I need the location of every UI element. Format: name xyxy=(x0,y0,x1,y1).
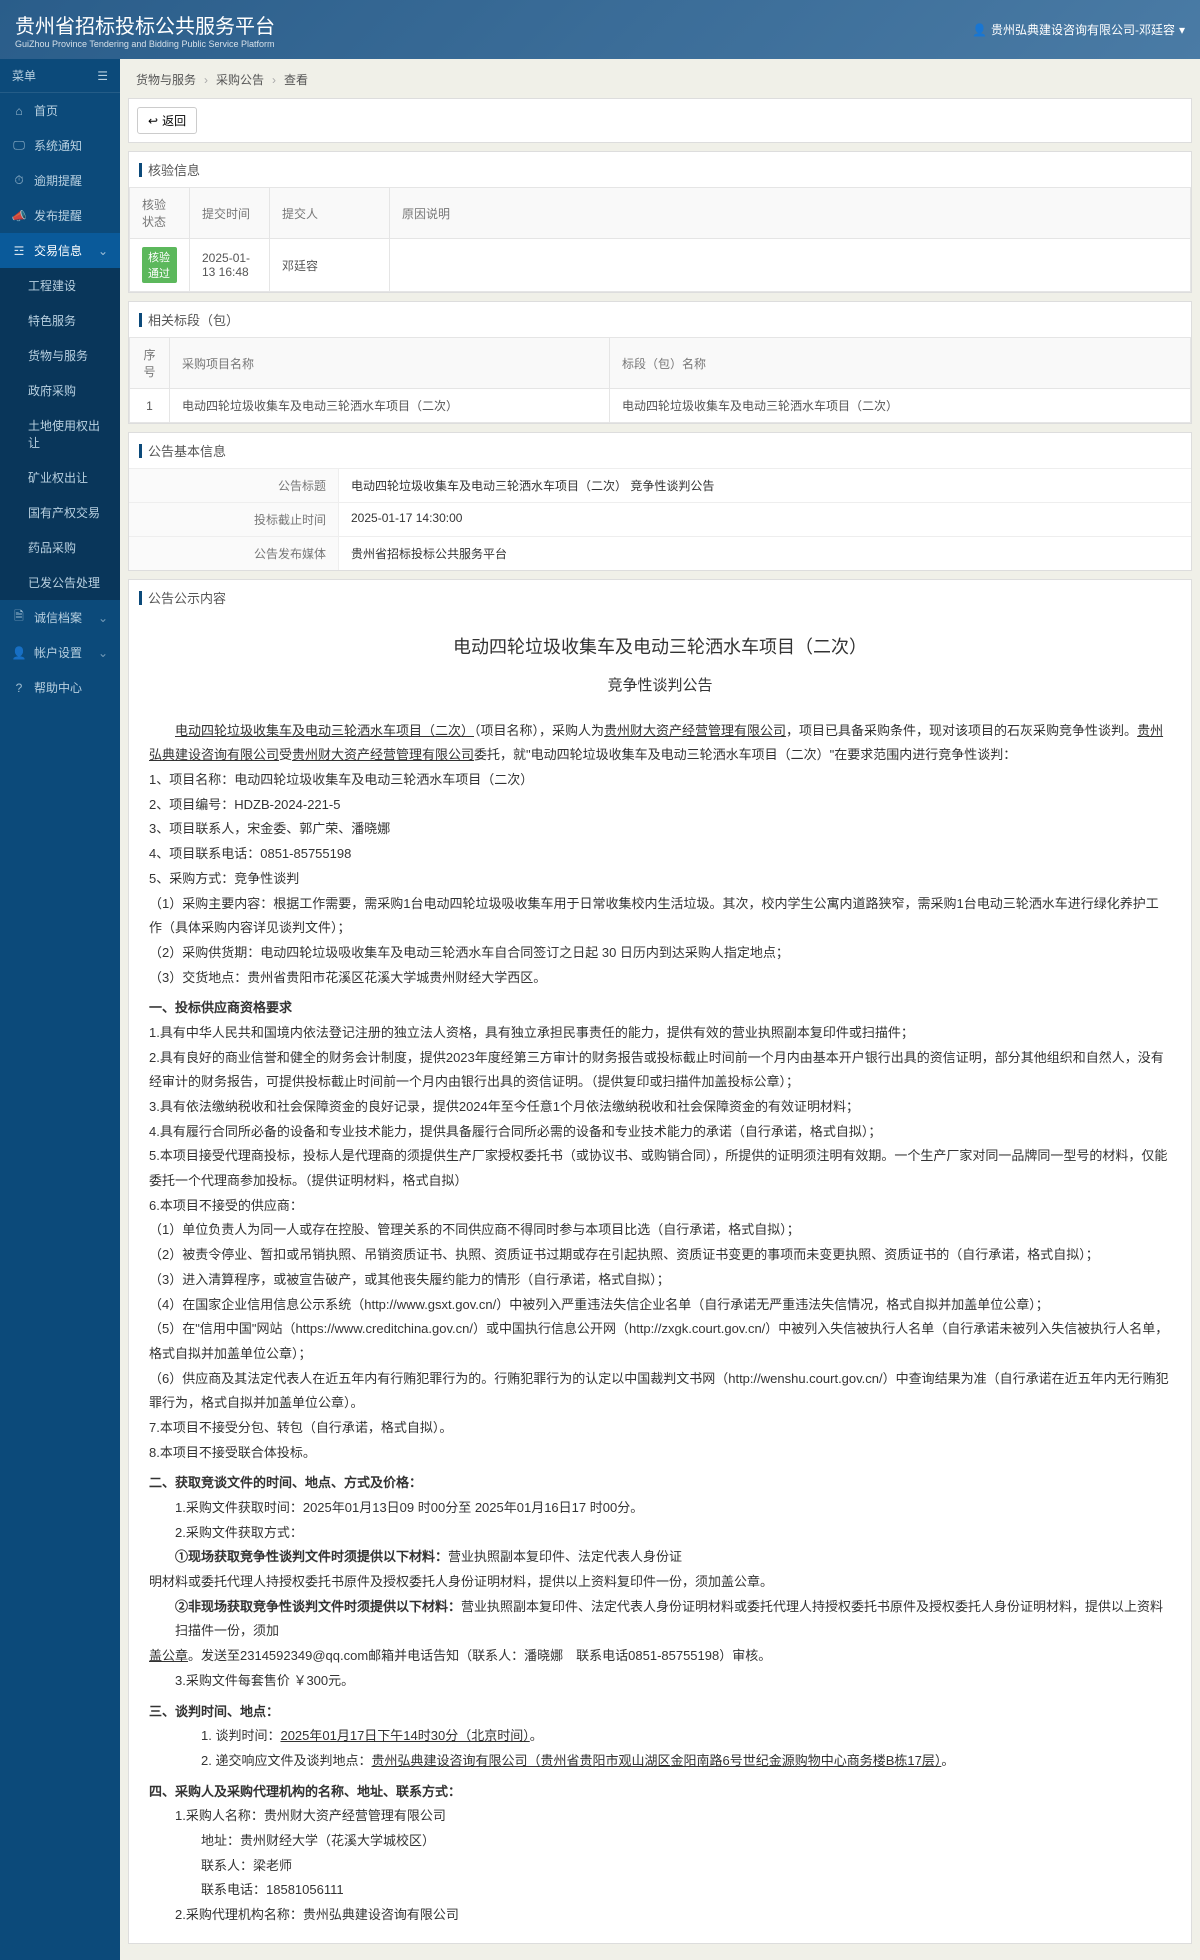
val-media: 贵州省招标投标公共服务平台 xyxy=(339,537,1191,570)
sections-title: 相关标段（包） xyxy=(129,302,1191,337)
section-row: 1 电动四轮垃圾收集车及电动三轮洒水车项目（二次） 电动四轮垃圾收集车及电动三轮… xyxy=(130,389,1191,423)
lbl-deadline: 投标截止时间 xyxy=(129,503,339,536)
th-seq: 序号 xyxy=(130,338,170,389)
sidebar-item-notice[interactable]: 🖵系统通知 xyxy=(0,128,120,163)
file-icon: 🗎 xyxy=(12,611,26,625)
megaphone-icon: 📣 xyxy=(12,209,26,223)
breadcrumb: 货物与服务› 采购公告› 查看 xyxy=(128,67,1192,92)
site-subtitle: GuiZhou Province Tendering and Bidding P… xyxy=(15,39,275,49)
chevron-down-icon: ▾ xyxy=(1179,23,1185,37)
user-name: 贵州弘典建设咨询有限公司-邓廷容 xyxy=(991,21,1175,38)
th-status: 核验状态 xyxy=(130,188,190,239)
notice-body: 电动四轮垃圾收集车及电动三轮洒水车项目（二次） 竞争性谈判公告 电动四轮垃圾收集… xyxy=(129,615,1191,1943)
list-icon: ☲ xyxy=(12,244,26,258)
sidebar-item-land[interactable]: 土地使用权出让 xyxy=(0,408,120,460)
lbl-media: 公告发布媒体 xyxy=(129,537,339,570)
sidebar-item-publish[interactable]: 📣发布提醒 xyxy=(0,198,120,233)
sidebar-item-stateowned[interactable]: 国有产权交易 xyxy=(0,495,120,530)
sidebar-item-drug[interactable]: 药品采购 xyxy=(0,530,120,565)
basic-title: 公告基本信息 xyxy=(129,433,1191,468)
back-icon: ↩ xyxy=(148,114,158,128)
th-submitter: 提交人 xyxy=(270,188,390,239)
monitor-icon: 🖵 xyxy=(12,139,26,153)
crumb-view: 查看 xyxy=(284,71,308,88)
notice-h3: 电动四轮垃圾收集车及电动三轮洒水车项目（二次） xyxy=(149,630,1171,664)
user-icon: 👤 xyxy=(972,23,987,37)
menu-header: 菜单 ☰ xyxy=(0,59,120,93)
lbl-title: 公告标题 xyxy=(129,469,339,502)
th-time: 提交时间 xyxy=(190,188,270,239)
sidebar-item-help[interactable]: ?帮助中心 xyxy=(0,670,120,705)
sidebar-item-overdue[interactable]: ⏱逾期提醒 xyxy=(0,163,120,198)
th-pkg: 标段（包）名称 xyxy=(610,338,1191,389)
chevron-icon: ⌄ xyxy=(98,646,108,660)
crumb-goods[interactable]: 货物与服务 xyxy=(136,71,196,88)
sidebar-item-credit[interactable]: 🗎诚信档案⌄ xyxy=(0,600,120,635)
chevron-icon: ⌄ xyxy=(98,611,108,625)
th-reason: 原因说明 xyxy=(390,188,1191,239)
val-title: 电动四轮垃圾收集车及电动三轮洒水车项目（二次） 竞争性谈判公告 xyxy=(339,469,1191,502)
review-title: 核验信息 xyxy=(129,152,1191,187)
sidebar-item-home[interactable]: ⌂首页 xyxy=(0,93,120,128)
sidebar-item-mining[interactable]: 矿业权出让 xyxy=(0,460,120,495)
sidebar-item-published[interactable]: 已发公告处理 xyxy=(0,565,120,600)
home-icon: ⌂ xyxy=(12,104,26,118)
th-proj: 采购项目名称 xyxy=(170,338,610,389)
help-icon: ? xyxy=(12,681,26,695)
notice-h4: 竞争性谈判公告 xyxy=(149,672,1171,701)
user-menu[interactable]: 👤 贵州弘典建设咨询有限公司-邓廷容 ▾ xyxy=(972,21,1185,38)
sidebar-item-gov[interactable]: 政府采购 xyxy=(0,373,120,408)
content-title: 公告公示内容 xyxy=(129,580,1191,615)
status-badge: 核验通过 xyxy=(142,247,177,283)
crumb-notice[interactable]: 采购公告 xyxy=(216,71,264,88)
user-icon: 👤 xyxy=(12,646,26,660)
clock-icon: ⏱ xyxy=(12,174,26,188)
menu-collapse-icon[interactable]: ☰ xyxy=(97,69,108,83)
val-deadline: 2025-01-17 14:30:00 xyxy=(339,503,1191,536)
site-title: 贵州省招标投标公共服务平台 xyxy=(15,16,275,38)
sidebar-item-engineering[interactable]: 工程建设 xyxy=(0,268,120,303)
sidebar-item-account[interactable]: 👤帐户设置⌄ xyxy=(0,635,120,670)
sidebar-item-goods[interactable]: 货物与服务 xyxy=(0,338,120,373)
sidebar-item-trade[interactable]: ☲交易信息⌄ xyxy=(0,233,120,268)
back-button[interactable]: ↩返回 xyxy=(137,107,197,134)
chevron-icon: ⌄ xyxy=(98,244,108,258)
sidebar-item-special[interactable]: 特色服务 xyxy=(0,303,120,338)
review-row: 核验通过 2025-01-13 16:48 邓廷容 xyxy=(130,239,1191,292)
